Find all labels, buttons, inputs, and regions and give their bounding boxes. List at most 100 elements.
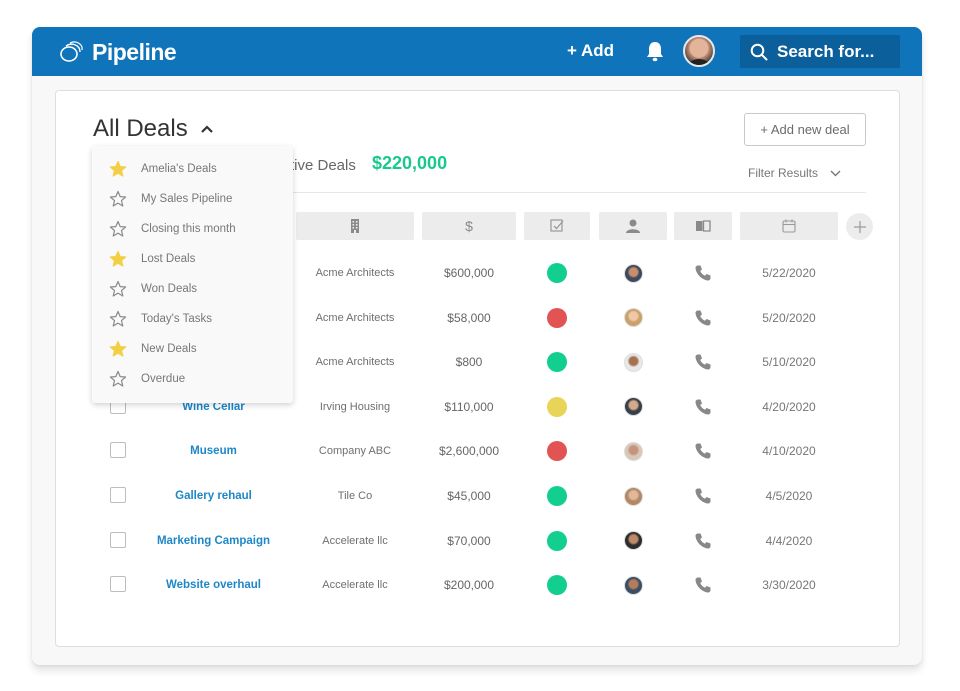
deals-panel: All Deals tive Deals $220,000 + Add new … xyxy=(55,90,900,647)
deal-date: 4/10/2020 xyxy=(762,444,816,459)
star-outline-icon[interactable] xyxy=(109,370,127,388)
dropdown-item[interactable]: Overdue xyxy=(92,364,293,394)
deal-amount: $110,000 xyxy=(444,399,494,414)
dropdown-item[interactable]: Today's Tasks xyxy=(92,304,293,334)
deal-name-link[interactable]: Marketing Campaign xyxy=(157,535,270,547)
deal-amount: $600,000 xyxy=(443,266,495,280)
status-indicator[interactable] xyxy=(547,307,567,328)
deal-name-link[interactable]: Gallery rehaul xyxy=(175,490,252,502)
dropdown-item[interactable]: Closing this month xyxy=(92,214,293,244)
chevron-up-icon xyxy=(200,125,213,133)
column-header-company[interactable] xyxy=(296,212,414,240)
column-header-owner[interactable] xyxy=(599,212,667,240)
phone-icon[interactable] xyxy=(694,532,712,550)
user-avatar[interactable] xyxy=(683,35,715,67)
plus-icon xyxy=(853,220,866,233)
phone-icon[interactable] xyxy=(694,398,712,416)
table-row: Website overhaul Accelerate llc $200,000 3/… xyxy=(56,563,901,607)
company-name: Company ABC xyxy=(318,445,392,458)
company-name: Accelerate llc xyxy=(322,534,388,547)
status-indicator[interactable] xyxy=(547,575,567,596)
dropdown-item-label: Closing this month xyxy=(141,223,236,235)
owner-avatar[interactable] xyxy=(623,486,643,506)
deal-amount: $58,000 xyxy=(447,310,491,325)
dropdown-item-label: Lost Deals xyxy=(141,253,196,265)
add-new-deal-button[interactable]: + Add new deal xyxy=(744,113,866,146)
deal-date: 3/30/2020 xyxy=(762,578,816,593)
phone-icon[interactable] xyxy=(694,487,712,505)
company-name: Tile Co xyxy=(337,490,373,502)
person-icon xyxy=(626,219,640,233)
column-header-status[interactable] xyxy=(524,212,590,240)
owner-avatar[interactable] xyxy=(623,575,643,595)
column-header-contact[interactable] xyxy=(674,212,732,240)
filter-results-dropdown[interactable]: Filter Results xyxy=(748,166,841,180)
phone-icon[interactable] xyxy=(694,309,712,327)
dropdown-item-label: Overdue xyxy=(141,373,186,385)
add-column-button[interactable] xyxy=(846,213,873,240)
star-outline-icon[interactable] xyxy=(109,310,127,328)
status-indicator[interactable] xyxy=(547,396,567,417)
dropdown-item[interactable]: Lost Deals xyxy=(92,244,293,274)
status-indicator[interactable] xyxy=(547,352,567,373)
company-name: Acme Architects xyxy=(315,356,395,369)
company-name: Acme Architects xyxy=(315,311,395,324)
status-indicator[interactable] xyxy=(547,530,567,551)
column-header-amount[interactable]: $ xyxy=(422,212,516,240)
phone-icon[interactable] xyxy=(694,576,712,594)
bell-icon[interactable] xyxy=(644,40,666,62)
deal-amount: $200,000 xyxy=(443,578,495,593)
star-outline-icon[interactable] xyxy=(109,190,127,208)
owner-avatar[interactable] xyxy=(623,397,643,417)
star-filled-icon[interactable] xyxy=(109,340,127,358)
deal-date: 5/20/2020 xyxy=(762,310,816,325)
deals-view-selector[interactable]: All Deals xyxy=(93,115,214,143)
row-checkbox[interactable] xyxy=(110,442,126,459)
pipeline-logo-icon xyxy=(60,41,83,62)
row-checkbox[interactable] xyxy=(110,487,126,503)
deal-date: 4/5/2020 xyxy=(765,489,813,503)
row-checkbox[interactable] xyxy=(110,576,126,593)
owner-avatar[interactable] xyxy=(623,531,643,551)
status-indicator[interactable] xyxy=(547,263,567,283)
chevron-down-icon xyxy=(830,170,841,176)
star-filled-icon[interactable] xyxy=(109,160,127,178)
status-indicator[interactable] xyxy=(547,441,567,462)
dropdown-item[interactable]: My Sales Pipeline xyxy=(92,184,293,214)
status-indicator[interactable] xyxy=(547,486,567,506)
deal-amount: $800 xyxy=(455,355,483,370)
building-icon xyxy=(351,219,359,233)
owner-avatar[interactable] xyxy=(623,263,643,283)
owner-avatar[interactable] xyxy=(623,308,643,328)
star-outline-icon[interactable] xyxy=(109,280,127,298)
app-logo[interactable]: Pipeline xyxy=(58,39,177,65)
deal-amount: $2,600,000 xyxy=(438,444,500,459)
checkbox-task-icon xyxy=(550,219,564,232)
dropdown-item[interactable]: New Deals xyxy=(92,334,293,364)
deal-amount: $70,000 xyxy=(447,533,491,548)
star-outline-icon[interactable] xyxy=(109,220,127,238)
dropdown-item-label: New Deals xyxy=(141,343,197,355)
dropdown-item-label: Won Deals xyxy=(141,283,198,295)
table-row: Marketing Campaign Accelerate llc $70,000 4… xyxy=(56,519,901,563)
dropdown-item[interactable]: Won Deals xyxy=(92,274,293,304)
dollar-icon: $ xyxy=(465,218,473,234)
owner-avatar[interactable] xyxy=(623,441,643,461)
dropdown-item-label: Today's Tasks xyxy=(141,313,213,325)
book-icon xyxy=(696,220,711,232)
phone-icon[interactable] xyxy=(694,353,712,371)
phone-icon[interactable] xyxy=(694,264,712,282)
column-header-date[interactable] xyxy=(740,212,838,240)
table-row: Gallery rehaul Tile Co $45,000 4/5/2020 xyxy=(56,474,901,518)
dropdown-item-label: My Sales Pipeline xyxy=(141,193,233,205)
owner-avatar[interactable] xyxy=(623,352,643,372)
dropdown-item[interactable]: Amelia's Deals xyxy=(92,154,293,184)
row-checkbox[interactable] xyxy=(110,531,126,548)
table-row: Museum Company ABC $2,600,000 4/10/2020 xyxy=(56,429,901,473)
add-button[interactable]: + Add xyxy=(567,41,614,61)
deal-name-link[interactable]: Museum xyxy=(190,445,237,457)
phone-icon[interactable] xyxy=(694,442,712,460)
star-filled-icon[interactable] xyxy=(109,250,127,268)
deal-name-link[interactable]: Website overhaul xyxy=(166,579,261,591)
search-input[interactable]: Search for... xyxy=(740,35,900,68)
